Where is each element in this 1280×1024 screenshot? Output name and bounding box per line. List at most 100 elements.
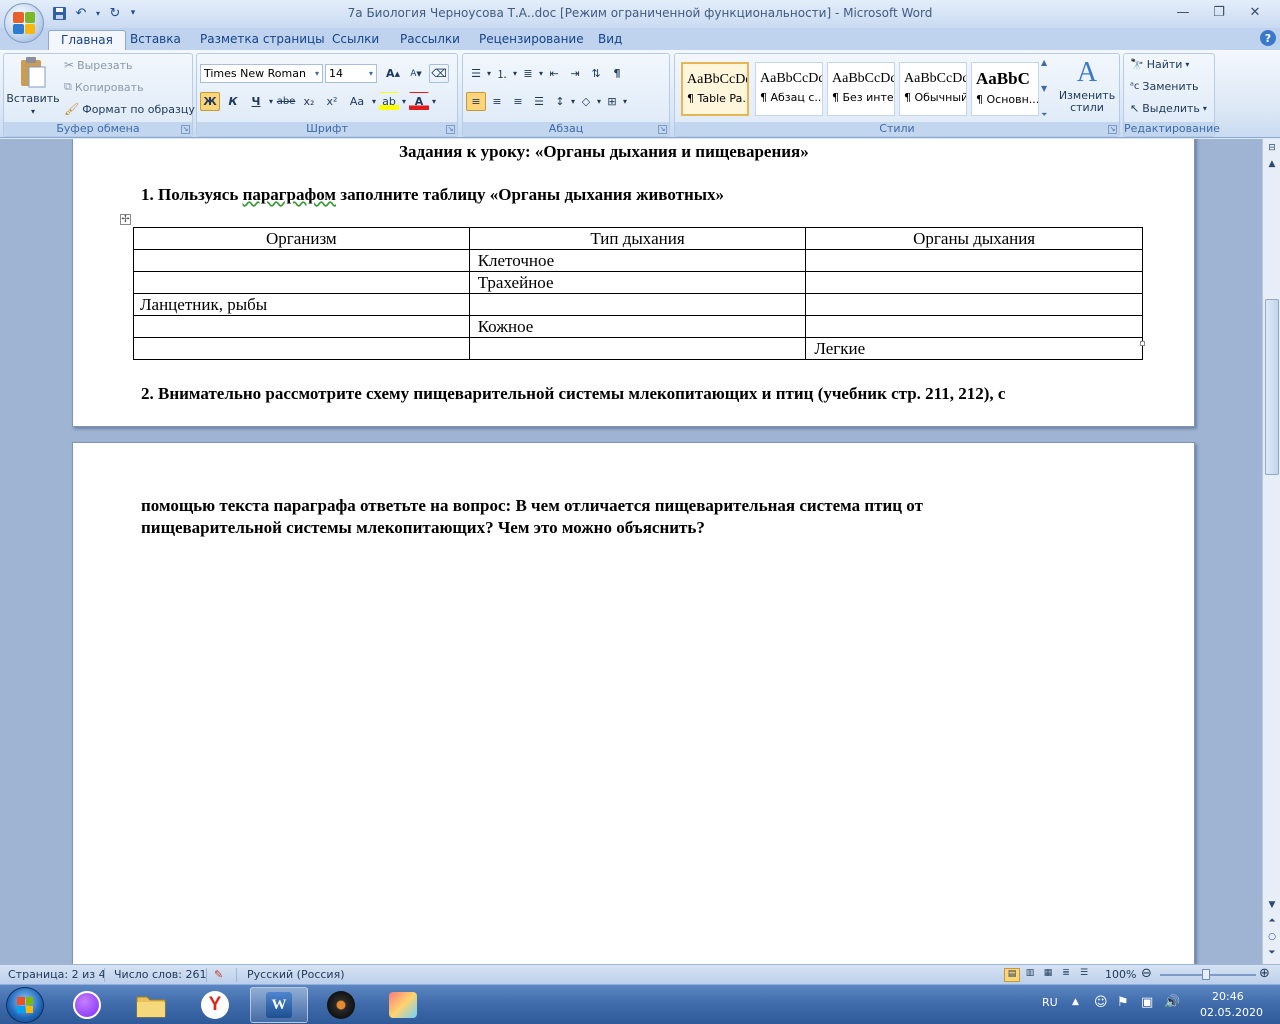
table-cell[interactable] (133, 271, 470, 294)
taskbar-word[interactable]: W (250, 987, 308, 1023)
paste-button[interactable]: Вставить ▾ (6, 56, 60, 116)
keyboard-language[interactable]: RU (1042, 996, 1058, 1009)
increase-indent-icon[interactable]: ⇥ (565, 64, 585, 83)
document-area[interactable]: Задания к уроку: «Органы дыхания и пищев… (0, 139, 1262, 964)
scroll-thumb[interactable] (1265, 299, 1279, 475)
select-button[interactable]: ↖ Выделить ▾ (1130, 102, 1207, 115)
proofing-icon[interactable]: ✎ (214, 968, 223, 981)
highlight-dropdown-icon[interactable]: ▾ (402, 97, 406, 106)
breathing-organs-table[interactable]: Организм Тип дыхания Органы дыхания Клет… (133, 227, 1143, 360)
table-cell[interactable]: Клеточное (468, 249, 807, 272)
clock-date[interactable]: 02.05.2020 (1200, 1006, 1263, 1019)
table-resize-handle[interactable] (1140, 341, 1145, 346)
restore-button[interactable]: ❐ (1202, 2, 1236, 22)
page-2[interactable]: помощью текста параграфа ответьте на воп… (72, 442, 1195, 964)
table-header-cell[interactable]: Организм (133, 227, 470, 250)
table-cell[interactable] (468, 293, 807, 316)
next-page-icon[interactable]: ⏷ (1264, 946, 1280, 960)
zoom-level[interactable]: 100% (1105, 968, 1136, 981)
clear-formatting-icon[interactable]: ⌫ (429, 64, 449, 83)
customize-qat-icon[interactable]: ▾ (128, 4, 138, 22)
italic-button[interactable]: К (223, 92, 243, 111)
table-cell[interactable] (805, 293, 1143, 316)
redo-icon[interactable]: ↻ (106, 4, 124, 22)
taskbar-yandex[interactable]: Y (186, 987, 244, 1023)
taskbar-alice[interactable] (58, 987, 116, 1023)
vertical-scrollbar[interactable]: ⊟ ▲ ▼ ⏶ ○ ⏷ (1262, 139, 1280, 964)
draft-view-icon[interactable]: ☰ (1076, 968, 1092, 982)
table-move-handle-icon[interactable]: ✢ (120, 214, 131, 225)
shading-icon[interactable]: ◇ (576, 92, 596, 111)
table-cell[interactable] (805, 271, 1143, 294)
zoom-slider-thumb[interactable] (1202, 969, 1210, 980)
borders-dropdown-icon[interactable]: ▾ (623, 97, 627, 106)
scroll-up-icon[interactable]: ▲ (1264, 157, 1280, 171)
previous-page-icon[interactable]: ⏶ (1264, 914, 1280, 928)
bullets-dropdown-icon[interactable]: ▾ (487, 69, 491, 78)
table-cell[interactable] (133, 315, 470, 338)
styles-up-icon[interactable]: ▲ (1041, 58, 1055, 67)
subscript-button[interactable]: x₂ (299, 92, 319, 111)
page-count-status[interactable]: Страница: 2 из 4 (8, 968, 106, 981)
outline-view-icon[interactable]: ≣ (1058, 968, 1074, 982)
taskbar-paint[interactable] (374, 987, 432, 1023)
table-cell[interactable] (805, 315, 1143, 338)
format-painter-button[interactable]: 🖌 Формат по образцу (64, 102, 195, 116)
numbering-dropdown-icon[interactable]: ▾ (513, 69, 517, 78)
table-cell[interactable]: Ланцетник, рыбы (133, 293, 470, 316)
table-cell[interactable] (133, 249, 470, 272)
tab-page-layout[interactable]: Разметка страницы (188, 30, 337, 50)
style-normal[interactable]: AaBbCcDd ¶ Обычный (899, 62, 967, 116)
ruler-toggle-icon[interactable]: ⊟ (1264, 141, 1280, 155)
cut-button[interactable]: ✂ Вырезать (64, 58, 133, 72)
show-hidden-icons-icon[interactable]: ▲ (1072, 997, 1079, 1007)
flag-icon[interactable]: ⚑ (1117, 995, 1129, 1010)
bullets-icon[interactable]: ☰ (466, 64, 486, 83)
find-button[interactable]: 🔭 Найти ▾ (1130, 58, 1189, 71)
font-launcher-icon[interactable]: ↘ (446, 125, 455, 134)
help-icon[interactable]: ? (1260, 30, 1276, 46)
change-case-dropdown-icon[interactable]: ▾ (372, 97, 376, 106)
minimize-button[interactable]: — (1166, 2, 1200, 22)
clock-time[interactable]: 20:46 (1212, 990, 1244, 1003)
styles-down-icon[interactable]: ▼ (1041, 84, 1055, 93)
word-count-status[interactable]: Число слов: 261 (114, 968, 207, 981)
copy-button[interactable]: ⧉ Копировать (64, 80, 144, 94)
zoom-out-icon[interactable]: ⊖ (1141, 966, 1152, 981)
shrink-font-icon[interactable]: A ▼ (406, 64, 426, 83)
justify-icon[interactable]: ☰ (529, 92, 549, 111)
close-button[interactable]: ✕ (1238, 2, 1272, 22)
scroll-down-icon[interactable]: ▼ (1264, 898, 1280, 912)
align-right-icon[interactable]: ≡ (508, 92, 528, 111)
strikethrough-button[interactable]: abe (276, 92, 296, 111)
style-list-paragraph[interactable]: AaBbCcDd ¶ Абзац с... (755, 62, 823, 116)
tab-review[interactable]: Рецензирование (467, 30, 596, 50)
undo-dropdown-icon[interactable]: ▾ (94, 4, 102, 22)
styles-launcher-icon[interactable]: ↘ (1108, 125, 1117, 134)
tab-mailings[interactable]: Рассылки (388, 30, 472, 50)
table-cell[interactable]: Легкие (805, 337, 1143, 360)
replace-button[interactable]: ᵃc Заменить (1130, 80, 1199, 93)
table-cell[interactable]: Кожное (468, 315, 807, 338)
font-name-combo[interactable]: Times New Roman ▾ (200, 64, 323, 83)
network-icon[interactable]: ▣ (1141, 995, 1153, 1010)
tab-home[interactable]: Главная (48, 30, 126, 50)
bold-button[interactable]: Ж (200, 92, 220, 111)
table-cell[interactable] (468, 337, 807, 360)
align-left-icon[interactable]: ≡ (466, 92, 486, 111)
start-button[interactable] (6, 987, 44, 1023)
underline-dropdown-icon[interactable]: ▾ (269, 97, 273, 106)
multilevel-dropdown-icon[interactable]: ▾ (539, 69, 543, 78)
shading-dropdown-icon[interactable]: ▾ (597, 97, 601, 106)
font-size-combo[interactable]: 14 ▾ (325, 64, 377, 83)
tab-insert[interactable]: Вставка (118, 30, 193, 50)
line-spacing-icon[interactable]: ↕ (550, 92, 570, 111)
web-layout-view-icon[interactable]: ▦ (1040, 968, 1056, 982)
grow-font-icon[interactable]: A ▲ (383, 64, 403, 83)
line-spacing-dropdown-icon[interactable]: ▾ (571, 97, 575, 106)
select-browse-object-icon[interactable]: ○ (1264, 930, 1280, 944)
zoom-in-icon[interactable]: ⊕ (1259, 966, 1270, 981)
save-icon[interactable] (50, 4, 68, 22)
table-cell[interactable] (805, 249, 1143, 272)
styles-more-icon[interactable]: ⏷ (1041, 110, 1055, 120)
